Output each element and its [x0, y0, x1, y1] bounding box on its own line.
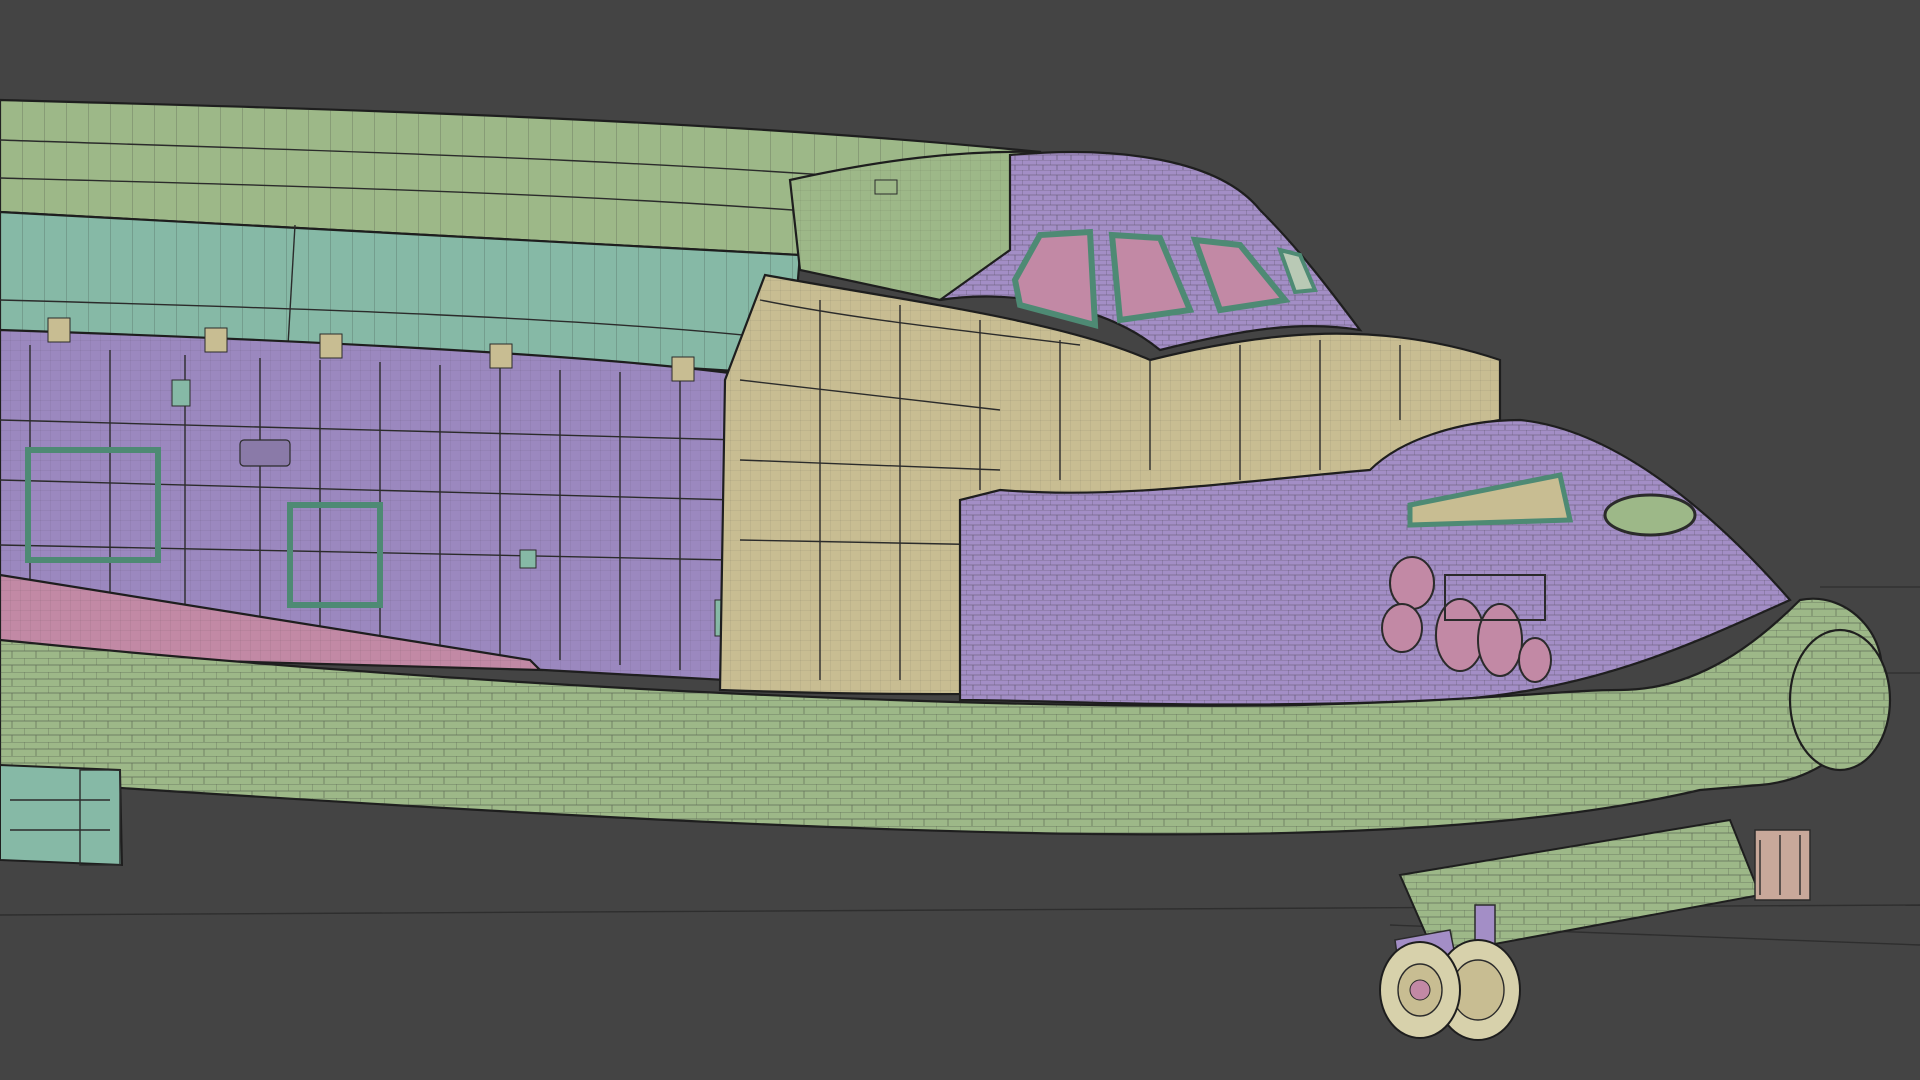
nose-landing-gear: [1379, 818, 1811, 1041]
shuttle-wireframe-render: [0, 98, 1920, 1041]
aft-side-panel: [0, 763, 124, 867]
fuselage: [0, 98, 1892, 836]
3d-viewport[interactable]: [0, 0, 1920, 1080]
